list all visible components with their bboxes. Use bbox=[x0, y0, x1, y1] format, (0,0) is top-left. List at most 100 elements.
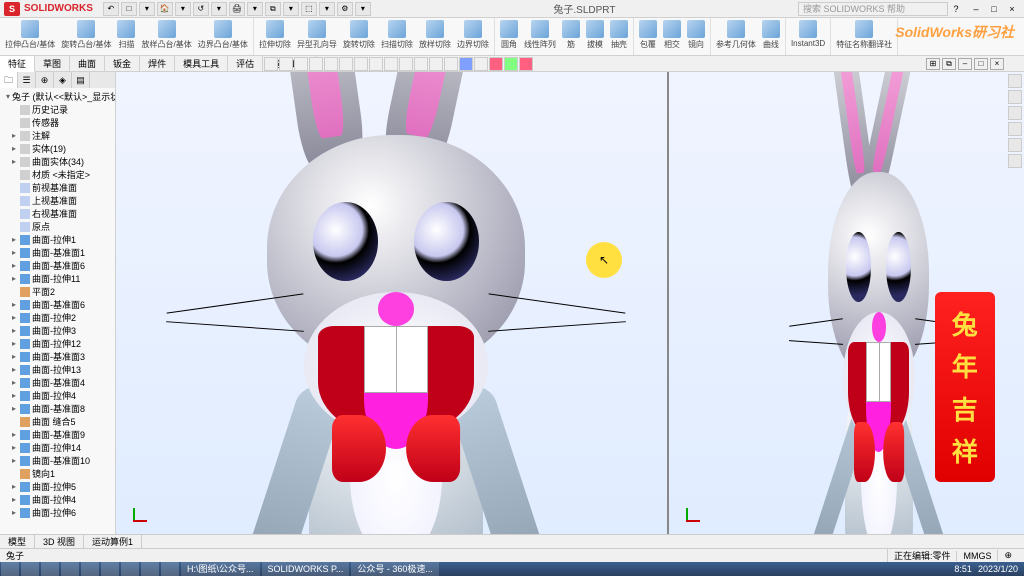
ribbon-button[interactable]: 相交 bbox=[660, 19, 684, 54]
doc-cascade-icon[interactable]: ⧉ bbox=[942, 58, 956, 70]
status-extra-icon[interactable]: ⊕ bbox=[997, 550, 1018, 561]
task-resources-icon[interactable] bbox=[1008, 74, 1022, 88]
doc-close-icon[interactable]: × bbox=[990, 58, 1004, 70]
qat-button[interactable]: 🖨 bbox=[229, 2, 245, 16]
qat-button[interactable]: □ bbox=[121, 2, 137, 16]
dimxpert-tab-icon[interactable]: ◈ bbox=[54, 72, 72, 88]
view-tool-icon[interactable] bbox=[504, 57, 518, 71]
ribbon-button[interactable]: 拉伸凸台/基体 bbox=[2, 19, 58, 54]
ribbon-button[interactable]: 异型孔向导 bbox=[294, 19, 340, 54]
qat-button[interactable]: ⧉ bbox=[265, 2, 281, 16]
view-tool-icon[interactable] bbox=[339, 57, 353, 71]
command-tab[interactable]: 模具工具 bbox=[175, 56, 228, 71]
tree-node[interactable]: ▸曲面-拉伸2 bbox=[2, 311, 113, 324]
taskbar-app-icon[interactable] bbox=[81, 562, 99, 576]
tree-node[interactable]: ▸曲面-基准面3 bbox=[2, 350, 113, 363]
tree-node[interactable]: ▸曲面-拉伸3 bbox=[2, 324, 113, 337]
tree-node[interactable]: ▸曲面-拉伸5 bbox=[2, 480, 113, 493]
taskbar-app-icon[interactable] bbox=[141, 562, 159, 576]
tree-node[interactable]: ▸曲面-拉伸6 bbox=[2, 506, 113, 519]
qat-button[interactable]: 🏠 bbox=[157, 2, 173, 16]
doc-min-icon[interactable]: – bbox=[958, 58, 972, 70]
qat-button[interactable]: ▾ bbox=[175, 2, 191, 16]
tree-node[interactable]: ▸曲面-基准面4 bbox=[2, 376, 113, 389]
view-tool-icon[interactable] bbox=[489, 57, 503, 71]
view-tool-icon[interactable] bbox=[294, 57, 308, 71]
bottom-tab[interactable]: 3D 视图 bbox=[35, 535, 84, 548]
ribbon-button[interactable]: 拔模 bbox=[583, 19, 607, 54]
qat-button[interactable]: ▾ bbox=[283, 2, 299, 16]
close-button[interactable]: × bbox=[1004, 2, 1020, 16]
tree-node[interactable]: 上视基准面 bbox=[2, 194, 113, 207]
view-tool-icon[interactable] bbox=[459, 57, 473, 71]
view-tool-icon[interactable] bbox=[399, 57, 413, 71]
qat-button[interactable]: ⚙ bbox=[337, 2, 353, 16]
taskbar-window[interactable]: 公众号 - 360极速... bbox=[351, 562, 439, 576]
tree-node[interactable]: 镜向1 bbox=[2, 467, 113, 480]
tree-node[interactable]: ▸曲面-拉伸13 bbox=[2, 363, 113, 376]
graphics-area[interactable]: 兔年吉祥 bbox=[116, 72, 1024, 538]
view-tool-icon[interactable] bbox=[354, 57, 368, 71]
view-tool-icon[interactable] bbox=[414, 57, 428, 71]
tree-node[interactable]: 原点 bbox=[2, 220, 113, 233]
tree-node[interactable]: 平面2 bbox=[2, 285, 113, 298]
view-tool-icon[interactable] bbox=[519, 57, 533, 71]
ribbon-button[interactable]: 参考几何体 bbox=[713, 19, 759, 54]
tree-node[interactable]: 前视基准面 bbox=[2, 181, 113, 194]
viewport-right[interactable]: 兔年吉祥 bbox=[669, 72, 1024, 538]
tree-node[interactable]: ▸曲面-拉伸12 bbox=[2, 337, 113, 350]
taskbar-app-icon[interactable] bbox=[121, 562, 139, 576]
command-tab[interactable]: 钣金 bbox=[105, 56, 140, 71]
tree-node[interactable]: ▸曲面-拉伸11 bbox=[2, 272, 113, 285]
ribbon-button[interactable]: 扫描切除 bbox=[378, 19, 416, 54]
taskbar-app-icon[interactable] bbox=[101, 562, 119, 576]
ribbon-button[interactable]: 拉伸切除 bbox=[256, 19, 294, 54]
status-units[interactable]: MMGS bbox=[956, 551, 997, 561]
command-tab[interactable]: 评估 bbox=[228, 56, 263, 71]
tree-node[interactable]: ▸曲面实体(34) bbox=[2, 155, 113, 168]
feature-tree[interactable]: ▾ 兔子 (默认<<默认>_显示状态 历史记录传感器▸注解▸实体(19)▸曲面实… bbox=[0, 88, 115, 538]
qat-button[interactable]: ▾ bbox=[319, 2, 335, 16]
ribbon-button[interactable]: 包覆 bbox=[636, 19, 660, 54]
command-tab[interactable]: 曲面 bbox=[70, 56, 105, 71]
taskbar-app-icon[interactable] bbox=[41, 562, 59, 576]
ribbon-button[interactable]: 边界凸台/基体 bbox=[195, 19, 251, 54]
view-tool-icon[interactable] bbox=[324, 57, 338, 71]
view-tool-icon[interactable] bbox=[309, 57, 323, 71]
qat-button[interactable]: ▾ bbox=[211, 2, 227, 16]
ribbon-button[interactable]: 旋转凸台/基体 bbox=[58, 19, 114, 54]
qat-button[interactable]: ↶ bbox=[103, 2, 119, 16]
qat-button[interactable]: ⬚ bbox=[301, 2, 317, 16]
tree-node[interactable]: ▸曲面-基准面1 bbox=[2, 246, 113, 259]
tree-node[interactable]: ▸曲面-基准面10 bbox=[2, 454, 113, 467]
tree-node[interactable]: ▸曲面-基准面9 bbox=[2, 428, 113, 441]
display-manager-tab-icon[interactable]: ▤ bbox=[72, 72, 90, 88]
view-tool-icon[interactable] bbox=[279, 57, 293, 71]
task-custom-props-icon[interactable] bbox=[1008, 154, 1022, 168]
tree-node[interactable]: ▸曲面-拉伸4 bbox=[2, 389, 113, 402]
start-button-icon[interactable] bbox=[1, 562, 19, 576]
property-manager-tab-icon[interactable]: ☰ bbox=[18, 72, 36, 88]
command-tab[interactable]: 草图 bbox=[35, 56, 70, 71]
taskbar-window[interactable]: SOLIDWORKS P... bbox=[262, 562, 350, 576]
command-tab[interactable]: 焊件 bbox=[140, 56, 175, 71]
doc-tile-icon[interactable]: ⊞ bbox=[926, 58, 940, 70]
ribbon-button[interactable]: 扫描 bbox=[114, 19, 138, 54]
tree-node[interactable]: 材质 <未指定> bbox=[2, 168, 113, 181]
tree-node[interactable]: ▸曲面-基准面8 bbox=[2, 402, 113, 415]
view-tool-icon[interactable] bbox=[384, 57, 398, 71]
viewport-left[interactable] bbox=[116, 72, 669, 538]
taskbar-app-icon[interactable] bbox=[21, 562, 39, 576]
qat-button[interactable]: ▾ bbox=[139, 2, 155, 16]
help-icon[interactable]: ? bbox=[948, 2, 964, 16]
ribbon-button[interactable]: 边界切除 bbox=[454, 19, 492, 54]
view-tool-icon[interactable] bbox=[444, 57, 458, 71]
tree-node[interactable]: 曲面 缝合5 bbox=[2, 415, 113, 428]
view-tool-icon[interactable] bbox=[369, 57, 383, 71]
ribbon-button[interactable]: 筋 bbox=[559, 19, 583, 54]
tree-root[interactable]: ▾ 兔子 (默认<<默认>_显示状态 bbox=[2, 90, 113, 103]
tree-node[interactable]: ▸实体(19) bbox=[2, 142, 113, 155]
ribbon-button[interactable]: 抽壳 bbox=[607, 19, 631, 54]
ribbon-button[interactable]: 镜向 bbox=[684, 19, 708, 54]
ribbon-button[interactable]: 线性阵列 bbox=[521, 19, 559, 54]
